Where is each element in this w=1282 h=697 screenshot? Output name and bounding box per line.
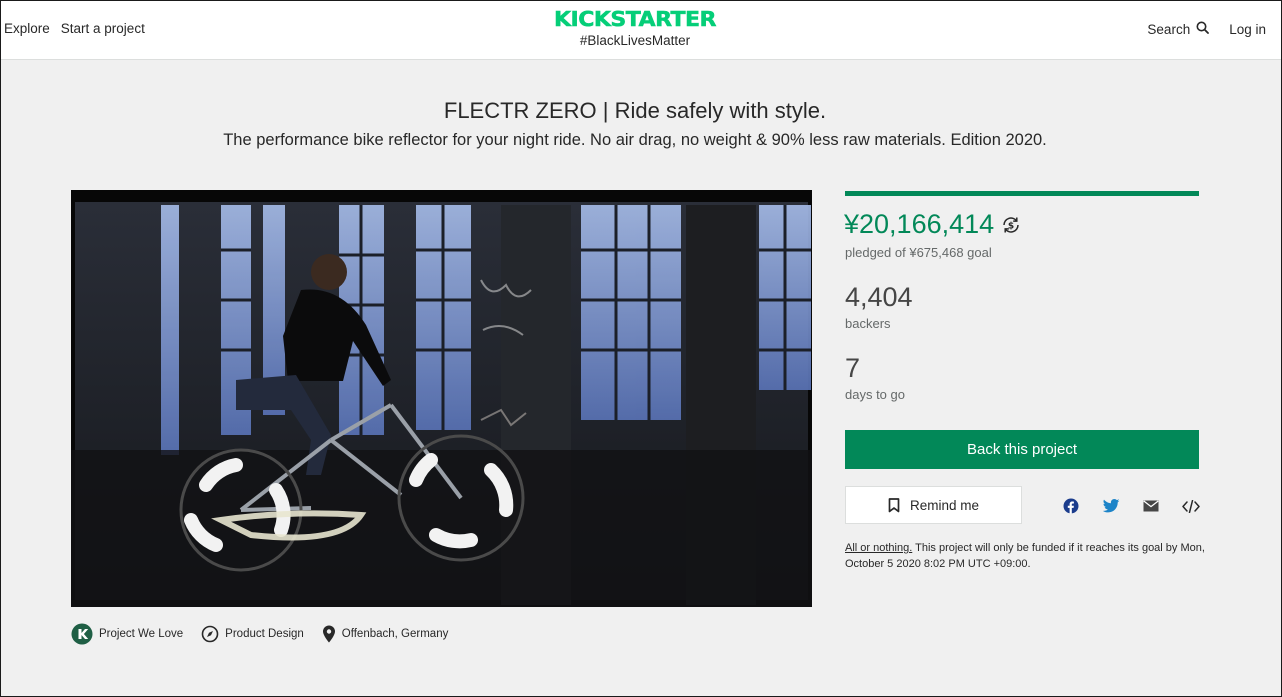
project-video[interactable] (71, 190, 812, 607)
share-links (1061, 496, 1221, 516)
email-icon[interactable] (1141, 496, 1161, 516)
tag-project-we-love[interactable]: Project We Love (71, 623, 183, 645)
days-remaining: 7 (845, 353, 861, 383)
login-link[interactable]: Log in (1229, 22, 1266, 37)
nav-right: Search Log in (1147, 21, 1266, 37)
funding-progress-fill (845, 191, 1199, 196)
blm-hashtag[interactable]: #BlackLivesMatter (1, 33, 1269, 48)
kickstarter-logo[interactable]: KICKSTARTER (553, 9, 717, 29)
kickstarter-badge-icon (71, 623, 93, 645)
location-pin-icon (322, 625, 336, 643)
top-nav: Explore Start a project KICKSTARTER #Bla… (1, 1, 1281, 60)
kickstarter-logo-graphic: KICKSTARTER (554, 9, 717, 29)
backers-label: backers (845, 316, 891, 331)
funding-terms: All or nothing. This project will only b… (845, 540, 1205, 572)
tag-product-design[interactable]: Product Design (201, 625, 304, 643)
svg-text:$: $ (1008, 221, 1014, 231)
remind-me-button[interactable]: Remind me (845, 486, 1022, 524)
search-button[interactable]: Search (1147, 21, 1210, 37)
project-title: FLECTR ZERO | Ride safely with style. (443, 98, 827, 123)
bookmark-icon (888, 497, 900, 513)
project-subtitle: The performance bike reflector for your … (223, 131, 1047, 149)
back-this-project-button[interactable]: Back this project (845, 430, 1199, 469)
project-tags: Project We Love Product Design Offenbach… (71, 623, 466, 645)
embed-icon[interactable] (1181, 496, 1201, 516)
pledged-value: ¥20,166,414 (844, 209, 995, 239)
goal-text: pledged of ¥675,468 goal (845, 245, 992, 260)
remind-me-label: Remind me (909, 497, 980, 513)
page: Explore Start a project KICKSTARTER #Bla… (0, 0, 1282, 697)
all-or-nothing-link[interactable]: All or nothing. (845, 542, 912, 554)
tag-location[interactable]: Offenbach, Germany (322, 625, 449, 643)
search-label: Search (1147, 21, 1191, 37)
compass-icon (201, 625, 219, 643)
logo-wordmark: KICKSTARTER (554, 9, 716, 29)
video-frame-image (71, 190, 812, 607)
tag-label: Product Design (225, 628, 304, 640)
backers-count: 4,404 (845, 282, 913, 312)
pledged-amount: ¥20,166,414 $ (844, 209, 1021, 240)
tag-label: Offenbach, Germany (341, 628, 449, 640)
facebook-icon[interactable] (1061, 496, 1081, 516)
funding-progress-bar (845, 191, 1199, 196)
days-label: days to go (845, 387, 905, 402)
search-icon (1196, 21, 1210, 37)
tag-label: Project We Love (99, 628, 184, 640)
currency-conversion-icon[interactable]: $ (1001, 215, 1021, 235)
twitter-icon[interactable] (1101, 496, 1121, 516)
